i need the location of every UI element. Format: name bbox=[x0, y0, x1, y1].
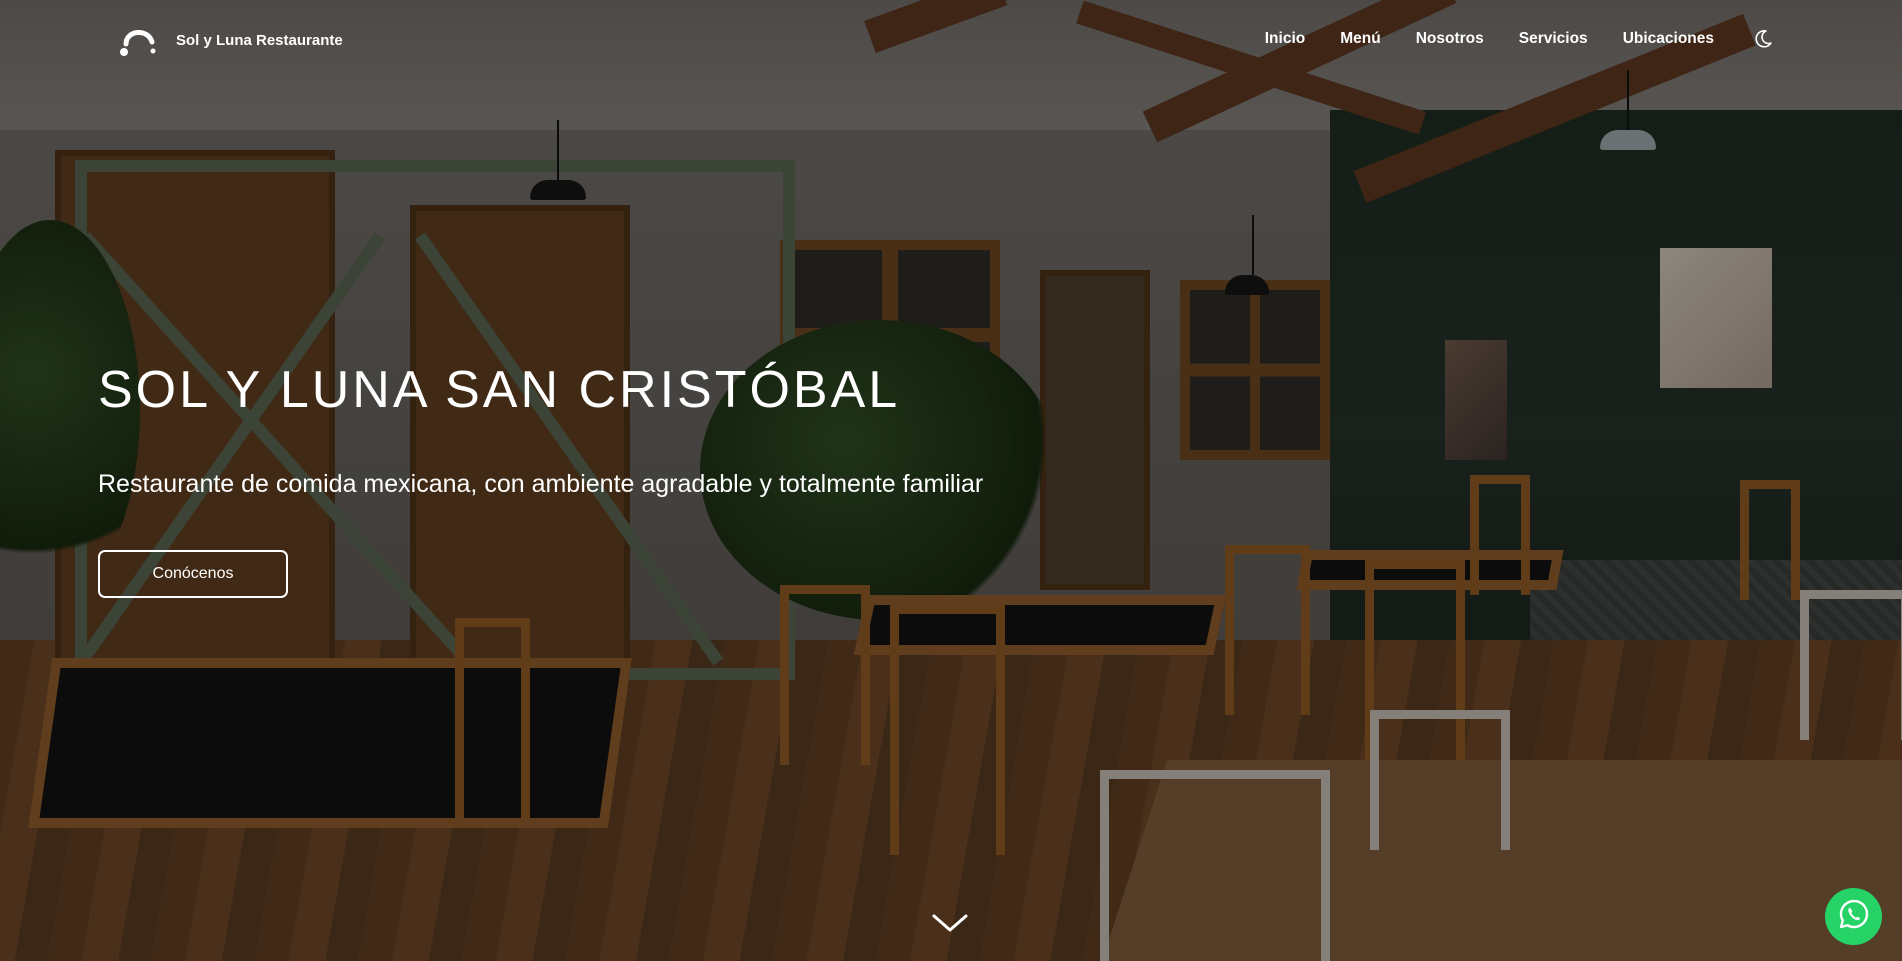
top-navbar: Sol y Luna Restaurante Inicio Menú Nosot… bbox=[0, 0, 1902, 80]
brand-name: Sol y Luna Restaurante bbox=[176, 31, 343, 49]
nav-item-ubicaciones[interactable]: Ubicaciones bbox=[1623, 30, 1714, 48]
sol-y-luna-logo-icon bbox=[118, 22, 158, 58]
whatsapp-button[interactable] bbox=[1825, 888, 1882, 945]
main-menu: Inicio Menú Nosotros Servicios Ubicacion… bbox=[1265, 30, 1714, 48]
conocenos-button[interactable]: Conócenos bbox=[98, 550, 288, 598]
nav-item-inicio[interactable]: Inicio bbox=[1265, 30, 1305, 48]
hero-title: SOL Y LUNA SAN CRISTÓBAL bbox=[98, 361, 901, 419]
chevron-down-icon[interactable] bbox=[930, 908, 970, 938]
nav-item-servicios[interactable]: Servicios bbox=[1519, 30, 1588, 48]
nav-item-menu[interactable]: Menú bbox=[1340, 30, 1380, 48]
moon-icon[interactable] bbox=[1752, 28, 1774, 50]
hero-subtitle: Restaurante de comida mexicana, con ambi… bbox=[98, 470, 984, 498]
nav-item-nosotros[interactable]: Nosotros bbox=[1416, 30, 1484, 48]
whatsapp-icon bbox=[1837, 897, 1871, 936]
brand-link[interactable]: Sol y Luna Restaurante bbox=[118, 22, 343, 58]
